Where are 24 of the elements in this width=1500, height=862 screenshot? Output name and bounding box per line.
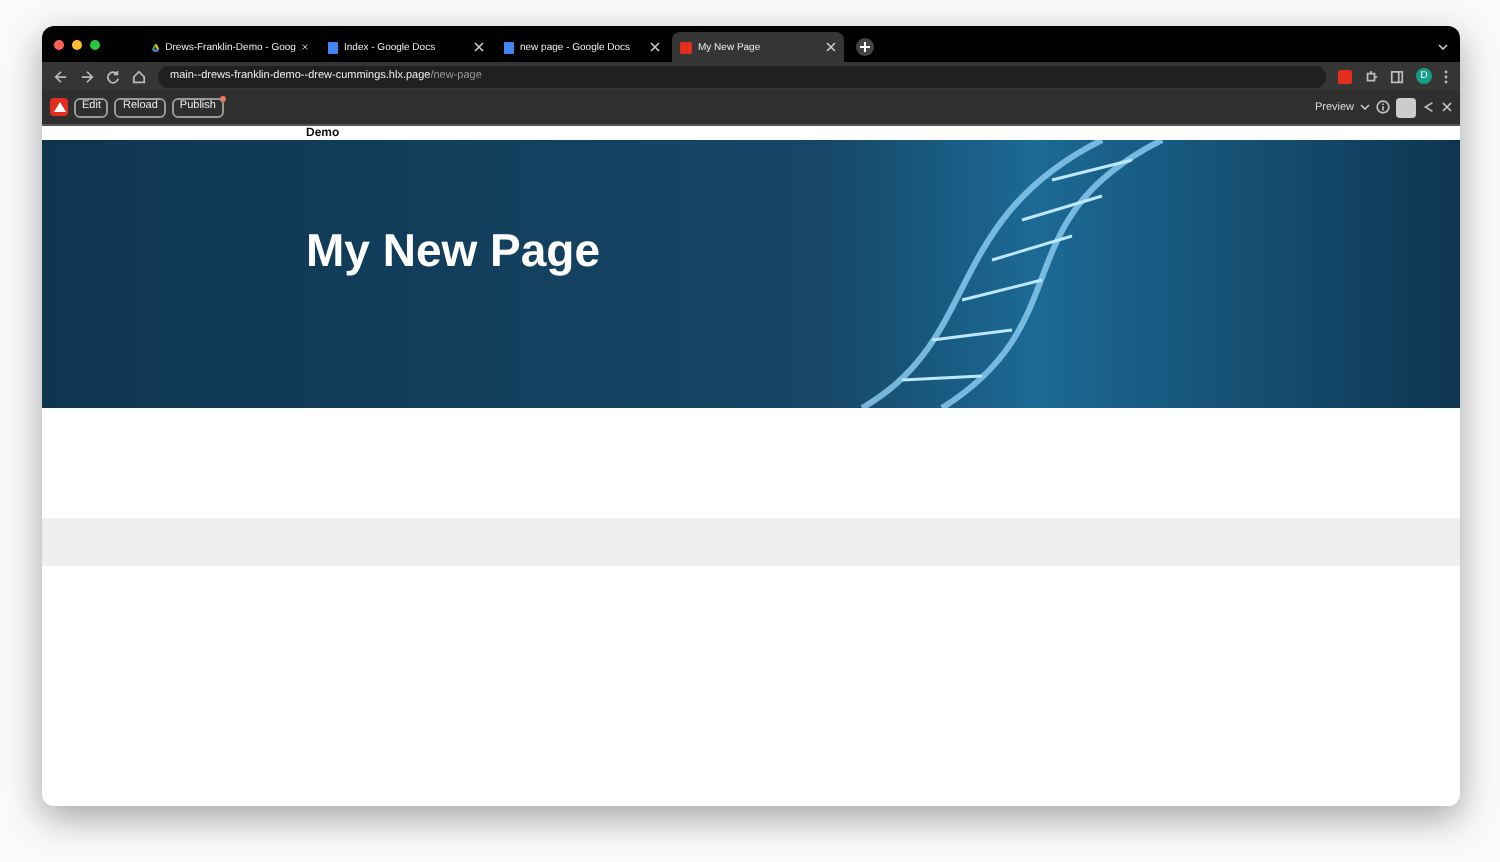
app-logo-icon <box>680 41 692 53</box>
chevron-down-icon[interactable] <box>1438 44 1448 50</box>
close-icon[interactable] <box>826 42 836 52</box>
drive-icon <box>152 41 160 53</box>
share-icon[interactable] <box>1422 100 1436 114</box>
close-icon[interactable] <box>1442 102 1452 112</box>
close-icon[interactable] <box>650 42 660 52</box>
home-icon[interactable] <box>132 69 146 83</box>
hero-title: My New Page <box>306 223 600 277</box>
info-icon[interactable] <box>1376 100 1390 114</box>
close-icon[interactable] <box>474 42 484 52</box>
forward-arrow-icon[interactable] <box>80 69 94 83</box>
close-icon[interactable] <box>301 42 308 52</box>
app-logo-icon <box>50 98 68 116</box>
puzzle-icon[interactable] <box>1364 69 1378 83</box>
user-avatar[interactable] <box>1396 97 1416 117</box>
chevron-down-icon[interactable] <box>1360 104 1370 110</box>
back-arrow-icon[interactable] <box>54 69 68 83</box>
sidebar-icon[interactable] <box>1390 69 1404 83</box>
reload-icon[interactable] <box>106 69 120 83</box>
extension-icon[interactable] <box>1338 69 1352 83</box>
new-tab-icon[interactable] <box>856 38 874 56</box>
document-icon <box>504 41 514 53</box>
document-icon <box>328 41 338 53</box>
